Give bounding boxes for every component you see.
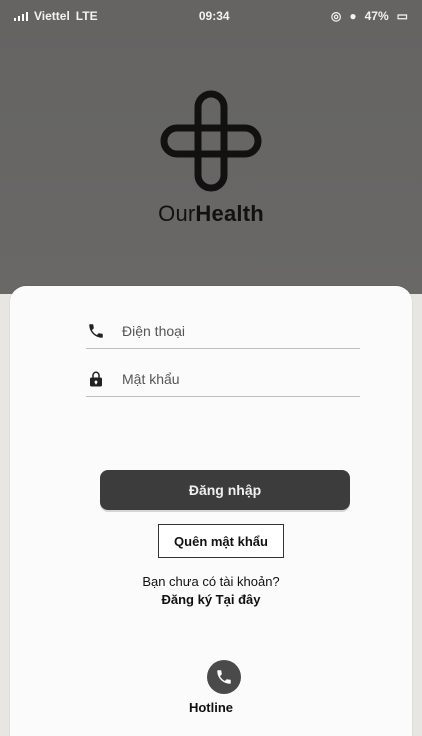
login-screen: Viettel LTE 09:34 ◎ ● 47% ▭ OurHealth Đi…: [0, 0, 422, 736]
signal-icon: [14, 11, 28, 21]
status-bar: Viettel LTE 09:34 ◎ ● 47% ▭: [14, 6, 408, 26]
brand-emphasis: Health: [195, 201, 264, 226]
health-logo-icon: [160, 90, 262, 192]
battery-icon: ▭: [396, 9, 408, 23]
hotline-label: Hotline: [188, 700, 234, 715]
alarm-icon: ●: [349, 9, 357, 23]
battery-percent: 47%: [364, 9, 389, 23]
signup-question: Bạn chưa có tài khoản?: [142, 574, 280, 589]
login-card: Đăng nhập Quên mật khẩu Bạn chưa có tài …: [10, 286, 412, 736]
status-left: Viettel LTE: [14, 9, 98, 23]
call-icon[interactable]: [207, 660, 241, 694]
carrier-text: Viettel: [34, 9, 70, 23]
phone-icon: [86, 321, 106, 341]
password-field[interactable]: [86, 362, 360, 397]
phone-input[interactable]: [120, 322, 344, 340]
location-icon: ◎: [330, 9, 342, 23]
app-logo: OurHealth: [0, 88, 422, 227]
signup-link[interactable]: Đăng ký Tại đây: [10, 592, 412, 607]
password-input[interactable]: [120, 370, 344, 388]
forgot-password-button[interactable]: Quên mật khẩu: [158, 524, 284, 558]
status-right: ◎ ● 47% ▭: [331, 9, 408, 23]
phone-field[interactable]: [86, 314, 360, 349]
network-text: LTE: [75, 9, 98, 23]
header-area: Viettel LTE 09:34 ◎ ● 47% ▭ OurHealth: [0, 0, 422, 294]
brand-name: OurHealth: [0, 201, 422, 227]
time-text: 09:34: [198, 9, 230, 23]
brand-prefix: Our: [158, 201, 196, 226]
lock-icon: [86, 369, 106, 389]
login-button[interactable]: Đăng nhập: [100, 470, 350, 510]
